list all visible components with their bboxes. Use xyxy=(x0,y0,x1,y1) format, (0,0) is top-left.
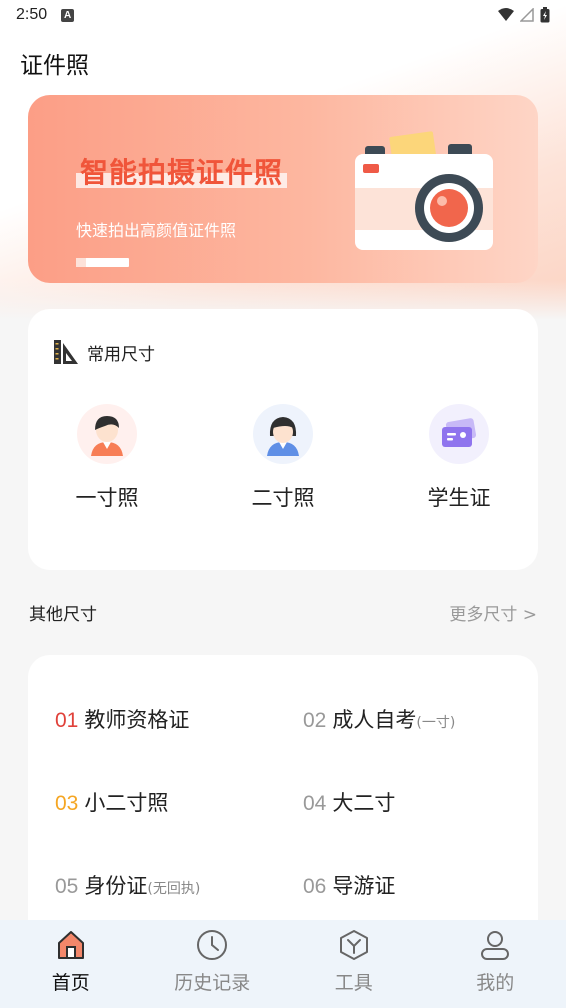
person-orange-icon xyxy=(77,404,137,464)
tab-label: 历史记录 xyxy=(174,972,251,994)
size-option-tour-guide[interactable]: 06 导游证 xyxy=(303,870,395,900)
tab-label: 首页 xyxy=(51,972,90,994)
option-label: 导游证 xyxy=(332,874,396,898)
option-label: 小二寸照 xyxy=(84,791,169,815)
tab-history[interactable]: 历史记录 xyxy=(142,920,284,1008)
size-option-small-two-inch[interactable]: 03 小二寸照 xyxy=(55,787,168,817)
tab-home[interactable]: 首页 xyxy=(0,920,142,1008)
other-sizes-title: 其他尺寸 xyxy=(29,605,97,625)
option-number: 06 xyxy=(303,875,327,898)
option-number: 03 xyxy=(55,792,79,815)
user-icon xyxy=(478,928,512,962)
status-icons xyxy=(498,7,550,23)
size-option-id-card[interactable]: 05 身份证 (无回执) xyxy=(55,870,200,900)
size-option-teacher-cert[interactable]: 01 教师资格证 xyxy=(55,704,189,734)
battery-icon xyxy=(540,7,550,23)
size-item-student-id[interactable]: 学生证 xyxy=(399,404,519,512)
tab-tools[interactable]: 工具 xyxy=(283,920,425,1008)
size-option-large-two-inch[interactable]: 04 大二寸 xyxy=(303,787,395,817)
status-time: 2:50 xyxy=(16,6,48,23)
size-item-one-inch[interactable]: 一寸照 xyxy=(47,404,167,512)
wifi-icon xyxy=(498,8,514,21)
status-bar: 2:50 A xyxy=(0,0,566,30)
banner-title: 智能拍摄证件照 xyxy=(76,151,288,191)
tools-icon xyxy=(337,928,371,962)
other-sizes-card: 01 教师资格证 02 成人自考 (一寸) 03 小二寸照 04 大二寸 05 … xyxy=(28,655,538,955)
size-label: 一寸照 xyxy=(75,486,139,510)
promo-banner[interactable]: 智能拍摄证件照 快速拍出高颜值证件照 xyxy=(28,95,538,283)
common-sizes-header: 常用尺寸 xyxy=(53,339,155,365)
tab-label: 我的 xyxy=(476,972,515,994)
tab-label: 工具 xyxy=(334,972,373,994)
option-number: 01 xyxy=(55,709,79,732)
person-blue-icon xyxy=(253,404,313,464)
option-number: 05 xyxy=(55,875,79,898)
common-sizes-card: 常用尺寸 一寸照 二寸照 学生证 xyxy=(28,309,538,570)
option-note: (无回执) xyxy=(147,881,201,897)
option-note: (一寸) xyxy=(416,715,456,731)
size-item-two-inch[interactable]: 二寸照 xyxy=(223,404,343,512)
common-sizes-title: 常用尺寸 xyxy=(87,344,155,365)
option-number: 02 xyxy=(303,709,327,732)
clock-icon xyxy=(195,928,229,962)
page-title: 证件照 xyxy=(20,53,89,79)
more-sizes-link[interactable]: 更多尺寸 > xyxy=(449,600,537,625)
size-label: 二寸照 xyxy=(251,486,315,510)
notification-icon: A xyxy=(61,8,75,22)
size-option-adult-exam[interactable]: 02 成人自考 (一寸) xyxy=(303,704,455,734)
option-label: 身份证 xyxy=(84,874,148,898)
option-number: 04 xyxy=(303,792,327,815)
banner-page-indicator xyxy=(76,258,129,267)
size-label: 学生证 xyxy=(427,486,491,510)
home-icon xyxy=(54,928,88,962)
option-label: 教师资格证 xyxy=(84,708,190,732)
tab-profile[interactable]: 我的 xyxy=(425,920,566,1008)
bottom-tab-bar: 首页 历史记录 工具 我的 xyxy=(0,920,566,1008)
camera-icon xyxy=(355,131,493,250)
ruler-icon xyxy=(54,340,78,364)
option-label: 成人自考 xyxy=(332,708,417,732)
option-label: 大二寸 xyxy=(332,791,396,815)
id-card-icon xyxy=(429,404,489,464)
signal-icon xyxy=(520,8,534,22)
banner-subtitle: 快速拍出高颜值证件照 xyxy=(76,221,237,240)
